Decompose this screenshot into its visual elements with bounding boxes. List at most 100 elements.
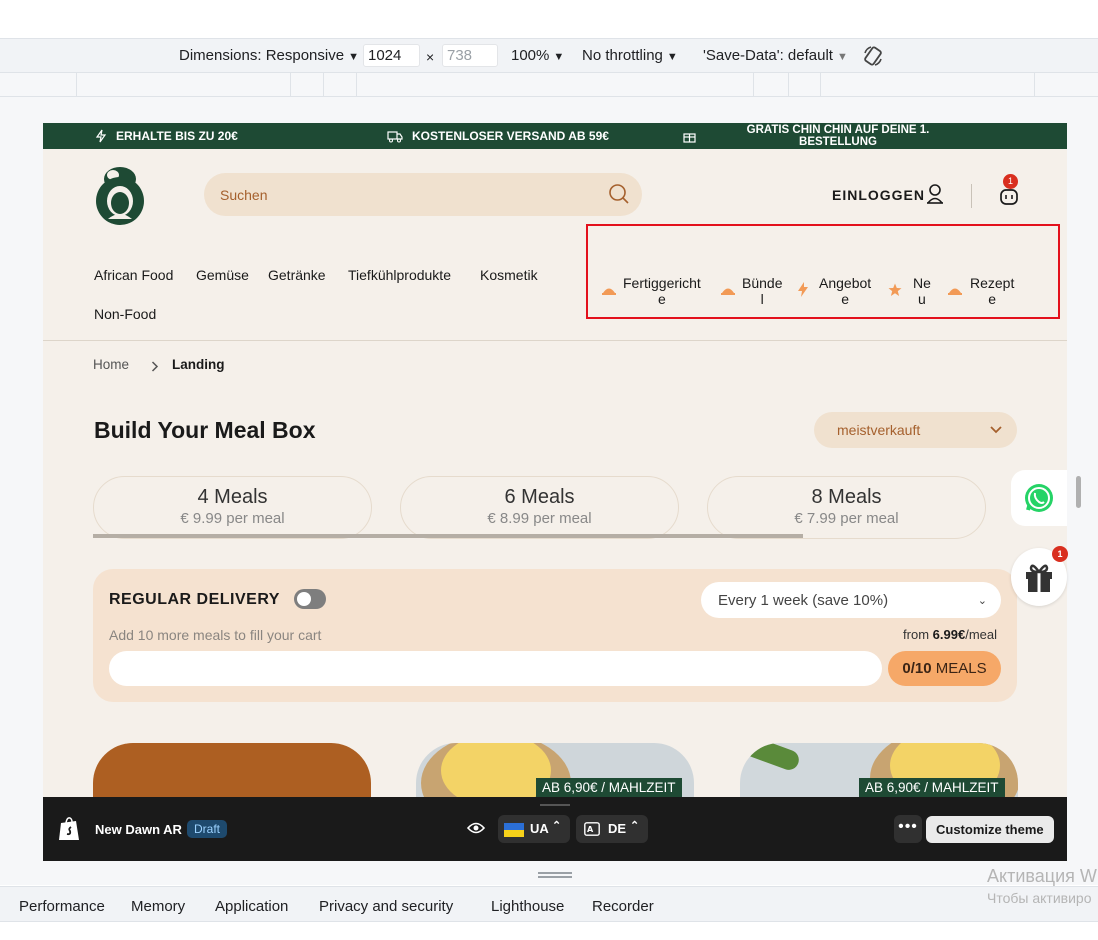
okra-image — [740, 743, 802, 773]
plan-title: 4 Meals — [197, 486, 268, 508]
plan-price: € 9.99 per meal — [180, 510, 285, 527]
throttling-dropdown[interactable]: No throttling ▼ — [582, 47, 678, 64]
device-toolbar: Dimensions: Responsive ▼ 1024 × 738 100% ▼… — [0, 38, 1098, 73]
announcement-bar: ERHALTE BIS ZU 20€ KOSTENLOSER VERSAND A… — [43, 123, 1067, 149]
announcement-text-1: ERHALTE BIS ZU 20€ — [116, 129, 238, 143]
rotate-icon[interactable] — [862, 44, 884, 72]
zoom-dropdown[interactable]: 100% ▼ — [511, 47, 564, 64]
tab-application[interactable]: Application — [215, 898, 288, 915]
whatsapp-button[interactable] — [1011, 470, 1067, 526]
nav-item-non-food[interactable]: Non-Food — [94, 306, 156, 322]
width-input[interactable]: 1024 — [363, 44, 420, 67]
price-tag: AB 6,90€ / MAHLZEIT — [859, 778, 1005, 797]
draft-badge: Draft — [187, 820, 228, 838]
country-code: UA — [530, 821, 549, 836]
whatsapp-icon — [1025, 484, 1053, 512]
plan-price: € 8.99 per meal — [487, 510, 592, 527]
nav-item-gemuese[interactable]: Gemüse — [196, 267, 249, 283]
lightning-icon — [95, 129, 107, 143]
customize-theme-button[interactable]: Customize theme — [926, 816, 1054, 843]
caret-down-icon: ▼ — [836, 51, 848, 63]
cart-hint: Add 10 more meals to fill your cart — [109, 627, 322, 643]
nav-item-kosmetik[interactable]: Kosmetik — [480, 267, 538, 283]
user-icon[interactable] — [925, 183, 945, 205]
meals-label: MEALS — [931, 660, 987, 677]
sort-dropdown[interactable]: meistverkauft — [814, 412, 1017, 448]
search-icon[interactable] — [608, 183, 630, 205]
announcement-text-2: KOSTENLOSER VERSAND AB 59€ — [412, 129, 609, 143]
drag-handle[interactable] — [540, 804, 570, 806]
translate-icon: A — [584, 822, 600, 836]
announcement-text-3: GRATIS CHIN CHIN AUF DEINE 1. BESTELLUNG — [746, 124, 930, 148]
plan-6-meals[interactable]: 6 Meals € 8.99 per meal — [400, 476, 679, 539]
login-link[interactable]: EINLOGGEN — [832, 187, 925, 203]
sort-label: meistverkauft — [837, 422, 921, 438]
gift-icon — [1026, 564, 1052, 592]
theme-name: New Dawn AR — [95, 822, 182, 837]
chevron-down-icon: ⌄ — [977, 595, 987, 607]
eye-icon[interactable] — [467, 821, 485, 835]
from-price: from 6.99€/meal — [903, 627, 997, 642]
ukraine-flag-icon — [504, 823, 524, 837]
chevron-down-icon — [990, 426, 1002, 434]
food-image — [441, 743, 551, 797]
frequency-select[interactable]: Every 1 week (save 10%) ⌄ — [701, 582, 1001, 618]
shopify-preview-bar: New Dawn AR Draft UA ⌃ A DE ⌃ ••• Custom… — [43, 797, 1067, 861]
browser-blank-area — [0, 0, 1098, 38]
devtools-tab-bar: Performance Memory Application Privacy a… — [0, 886, 1098, 922]
page-scrollbar-thumb[interactable] — [1076, 476, 1081, 508]
windows-activation-title: Активация W — [987, 866, 1097, 886]
save-data-label: 'Save-Data': default — [703, 47, 833, 64]
breadcrumb-home[interactable]: Home — [93, 357, 129, 372]
language-code: DE — [608, 821, 627, 836]
page-title: Build Your Meal Box — [94, 417, 316, 443]
delivery-heading: REGULAR DELIVERY — [109, 591, 280, 608]
tab-memory[interactable]: Memory — [131, 898, 185, 915]
meals-count-button[interactable]: 0/10 MEALS — [888, 651, 1001, 686]
country-selector[interactable]: UA ⌃ — [498, 815, 570, 843]
delivery-toggle[interactable] — [294, 589, 326, 609]
nav-item-getraenke[interactable]: Getränke — [268, 267, 326, 283]
price-tag: AB 6,90€ / MAHLZEIT — [536, 778, 682, 797]
announcement-item-1: ERHALTE BIS ZU 20€ — [95, 129, 238, 143]
tab-lighthouse[interactable]: Lighthouse — [491, 898, 564, 915]
plan-price: € 7.99 per meal — [794, 510, 899, 527]
store-page: ERHALTE BIS ZU 20€ KOSTENLOSER VERSAND A… — [43, 123, 1067, 797]
dimensions-dropdown[interactable]: Dimensions: Responsive ▼ — [179, 47, 359, 64]
language-selector[interactable]: A DE ⌃ — [576, 815, 648, 843]
from-price-value: 6.99€ — [932, 627, 966, 642]
bottom-strip — [0, 922, 1098, 940]
times-icon: × — [426, 49, 435, 65]
plan-title: 8 Meals — [811, 486, 882, 508]
height-input[interactable]: 738 — [442, 44, 498, 67]
highlight-annotation-box — [586, 224, 1060, 319]
media-query-ruler — [0, 73, 1098, 97]
nav-item-african-food[interactable]: African Food — [94, 267, 173, 283]
truck-icon — [387, 130, 403, 142]
more-options-button[interactable]: ••• — [894, 815, 922, 843]
cart-count-badge: 1 — [1003, 174, 1018, 189]
search-bar[interactable]: Suchen — [204, 173, 642, 216]
regular-delivery-panel: REGULAR DELIVERY Every 1 week (save 10%)… — [93, 569, 1017, 702]
shopify-bag-icon — [59, 817, 79, 840]
tab-performance[interactable]: Performance — [19, 898, 105, 915]
product-card-1[interactable] — [93, 743, 371, 797]
breadcrumb-current: Landing — [172, 357, 225, 372]
tab-privacy-security[interactable]: Privacy and security — [319, 898, 453, 915]
plan-4-meals[interactable]: 4 Meals € 9.99 per meal — [93, 476, 372, 539]
viewport-resize-handle[interactable] — [538, 872, 572, 878]
svg-text:A: A — [587, 825, 594, 834]
caret-down-icon: ▼ — [348, 51, 359, 63]
plan-8-meals[interactable]: 8 Meals € 7.99 per meal — [707, 476, 986, 539]
up-down-chevron-icon: ⌃ — [630, 820, 640, 832]
nav-item-tiefkuehlprodukte[interactable]: Tiefkühlprodukte — [348, 267, 451, 283]
chevron-right-icon — [151, 361, 159, 372]
store-logo[interactable] — [93, 165, 147, 225]
plans-scrollbar[interactable] — [93, 534, 803, 538]
meals-count: 0/10 — [902, 660, 932, 677]
save-data-dropdown[interactable]: 'Save-Data': default ▼ — [703, 47, 848, 64]
search-placeholder: Suchen — [220, 187, 268, 203]
tab-recorder[interactable]: Recorder — [592, 898, 654, 915]
header-divider-line — [43, 340, 1067, 341]
from-suffix: /meal — [965, 627, 997, 642]
